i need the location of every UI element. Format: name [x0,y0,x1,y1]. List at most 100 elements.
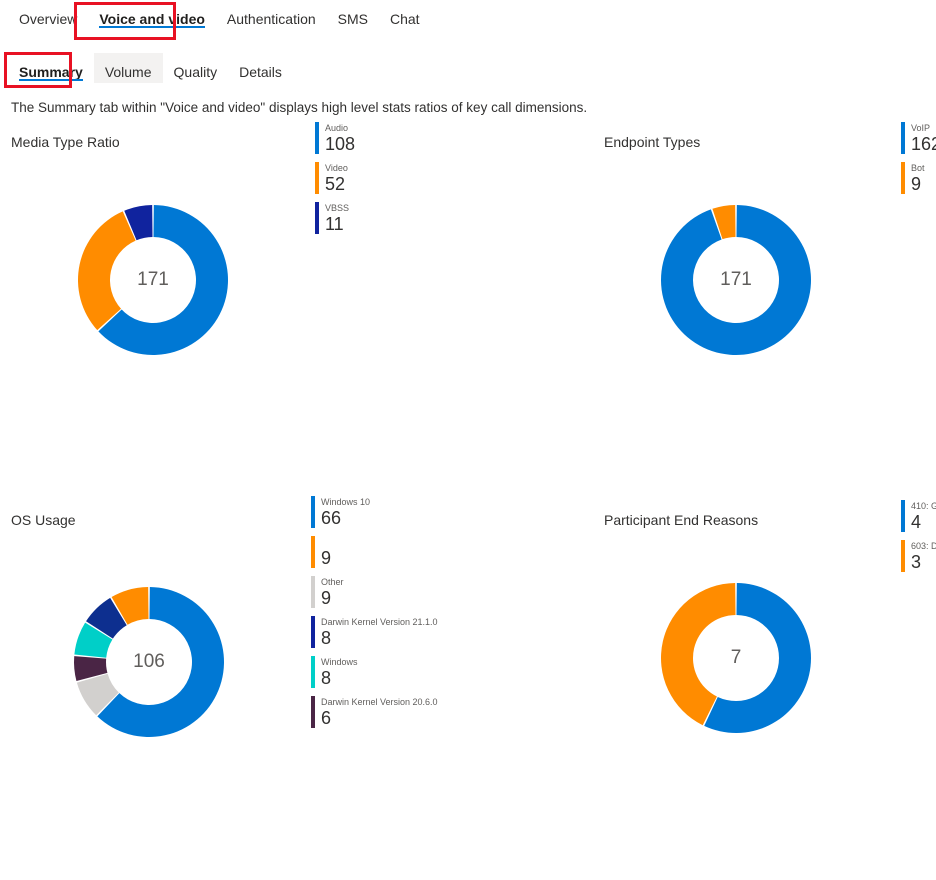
tab-authentication[interactable]: Authentication [216,0,327,30]
legend-label: 603: Decline [911,541,936,551]
legend-item[interactable]: Windows 8 [311,656,451,688]
legend-value: 8 [321,628,332,648]
legend-item[interactable]: 603: Decline 3 [901,540,936,572]
legend-item[interactable]: Audio 108 [315,122,451,154]
legend-text: Video 52 [325,162,348,194]
legend-label: Video [325,163,348,173]
legend-label: Darwin Kernel Version 21.1.0 [321,617,438,627]
legend-swatch-icon [315,202,319,234]
legend-swatch-icon [315,162,319,194]
subtab-summary-label: Summary [19,64,83,80]
legend-item[interactable]: Other 9 [311,576,451,608]
subtab-volume[interactable]: Volume [93,53,163,83]
legend-value: 66 [321,508,342,528]
legend-value: 4 [911,512,922,532]
donut-svg-os-usage [74,587,224,737]
subtab-volume-label: Volume [104,64,152,80]
legend-item[interactable]: Darwin Kernel Version 21.1.0 8 [311,616,451,648]
panel-body-media-type-ratio: 171 Audio 108 Video 52 VBSS 11 [11,122,451,360]
legend-item[interactable]: VoIP 162 [901,122,936,154]
legend-label: VBSS [325,203,350,213]
legend-endpoint-types: VoIP 162 Bot 9 [901,122,936,202]
legend-label: Windows [321,657,358,667]
legend-item[interactable]: Darwin Kernel Version 20.6.0 6 [311,696,451,728]
tab-sms[interactable]: SMS [327,0,379,30]
legend-text: Audio 108 [325,122,355,154]
legend-swatch-icon [311,496,315,528]
tab-authentication-label: Authentication [226,11,316,27]
tab-selected-underline [99,26,205,28]
legend-value: 11 [325,214,344,234]
subtab-details[interactable]: Details [228,53,293,83]
legend-value: 52 [325,174,346,194]
legend-text: Darwin Kernel Version 20.6.0 6 [321,696,438,728]
tab-chat-label: Chat [389,11,420,27]
legend-value: 6 [321,708,332,728]
legend-media-type-ratio: Audio 108 Video 52 VBSS 11 [315,122,451,242]
donut-slice[interactable] [77,211,136,331]
donut-svg-media-type-ratio [77,205,228,355]
legend-text: Windows 8 [321,656,358,688]
legend-label: Darwin Kernel Version 20.6.0 [321,697,438,707]
panel-title-participant-end-reasons: Participant End Reasons [604,512,759,528]
donut-svg-endpoint-types [661,205,811,355]
legend-text: VBSS 11 [325,202,349,234]
legend-label [321,536,331,548]
legend-swatch-icon [311,536,315,568]
legend-swatch-icon [311,576,315,608]
tab-voice-and-video[interactable]: Voice and video [88,0,216,30]
donut-slice[interactable] [661,205,811,355]
legend-text: Windows 10 66 [321,496,370,528]
subtab-quality-label: Quality [173,64,218,80]
legend-label: Other [321,577,344,587]
legend-swatch-icon [901,540,905,572]
legend-label: VoIP [911,123,931,133]
donut-chart-media-type-ratio: 171 [73,200,233,360]
chart-panel-participant-end-reasons: Participant End Reasons 7 410: Gone 4 60… [604,500,936,880]
legend-swatch-icon [901,162,905,194]
legend-participant-end-reasons: 410: Gone 4 603: Decline 3 [901,500,936,580]
donut-chart-os-usage: 106 [69,582,229,742]
donut-chart-endpoint-types: 171 [656,200,816,360]
legend-swatch-icon [901,500,905,532]
legend-value: 108 [325,134,356,154]
subtab-summary[interactable]: Summary [8,53,94,83]
legend-item[interactable]: 410: Gone 4 [901,500,936,532]
legend-item[interactable]: Windows 10 66 [311,496,451,528]
legend-label: Bot [911,163,925,173]
legend-label: 410: Gone [911,501,936,511]
subtab-details-label: Details [239,64,282,80]
donut-svg-participant-end-reasons [661,583,811,733]
chart-panel-os-usage: OS Usage 106 Windows 10 66 9 Other 9 Dar… [11,496,451,880]
tab-overview[interactable]: Overview [8,0,88,30]
panel-body-participant-end-reasons: 7 410: Gone 4 603: Decline 3 [604,500,936,738]
legend-text: 603: Decline 3 [911,540,936,572]
tab-voice-and-video-label: Voice and video [99,11,205,27]
legend-item[interactable]: VBSS 11 [315,202,451,234]
legend-swatch-icon [311,656,315,688]
legend-value: 3 [911,552,922,572]
subtab-quality[interactable]: Quality [163,53,229,83]
page-description: The Summary tab within "Voice and video"… [11,100,588,115]
legend-text: VoIP 162 [911,122,936,154]
legend-text: 9 [321,536,331,568]
secondary-tab-bar: Summary Volume Quality Details [0,53,293,87]
legend-value: 162 [911,134,936,154]
legend-text: Other 9 [321,576,344,608]
legend-item[interactable]: Bot 9 [901,162,936,194]
legend-item[interactable]: 9 [311,536,451,568]
legend-text: 410: Gone 4 [911,500,936,532]
tab-chat[interactable]: Chat [379,0,431,30]
subtab-selected-underline [19,79,83,81]
legend-value: 8 [321,668,332,688]
legend-os-usage: Windows 10 66 9 Other 9 Darwin Kernel Ve… [311,496,451,736]
panel-body-os-usage: 106 Windows 10 66 9 Other 9 Darwin Kerne… [11,496,451,742]
legend-item[interactable]: Video 52 [315,162,451,194]
legend-value: 9 [321,548,332,568]
legend-text: Bot 9 [911,162,925,194]
legend-swatch-icon [315,122,319,154]
panel-title-endpoint-types: Endpoint Types [604,134,701,150]
panel-body-endpoint-types: 171 VoIP 162 Bot 9 [604,122,936,360]
legend-label: Windows 10 [321,497,371,507]
legend-value: 9 [911,174,922,194]
